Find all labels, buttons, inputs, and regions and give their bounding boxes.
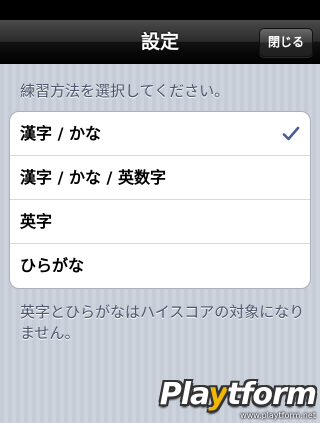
- check-icon: [282, 126, 300, 141]
- watermark-logo: Playtform: [159, 377, 317, 412]
- watermark-url: www.playtform.net: [240, 411, 316, 420]
- footer-note: 英字とひらがなはハイスコアの対象になりません。: [20, 303, 305, 342]
- option-label: 漢字 / かな: [20, 124, 101, 143]
- status-bar: [0, 0, 320, 20]
- watermark: Playtform www.playtform.net: [159, 377, 317, 421]
- option-label: 漢字 / かな / 英数字: [20, 168, 166, 187]
- section-header: 練習方法を選択してください。: [20, 82, 230, 100]
- option-label: 英字: [20, 212, 53, 231]
- option-alphabet[interactable]: 英字: [10, 200, 310, 244]
- option-label: ひらがな: [20, 256, 85, 275]
- option-hiragana[interactable]: ひらがな: [10, 244, 310, 288]
- option-kanji-kana[interactable]: 漢字 / かな: [10, 112, 310, 156]
- navigation-bar: 設定 閉じる: [0, 20, 320, 64]
- practice-mode-list: 漢字 / かな 漢字 / かな / 英数字 英字 ひらがな: [9, 111, 311, 289]
- option-kanji-kana-alphanumeric[interactable]: 漢字 / かな / 英数字: [10, 156, 310, 200]
- close-button[interactable]: 閉じる: [258, 28, 313, 57]
